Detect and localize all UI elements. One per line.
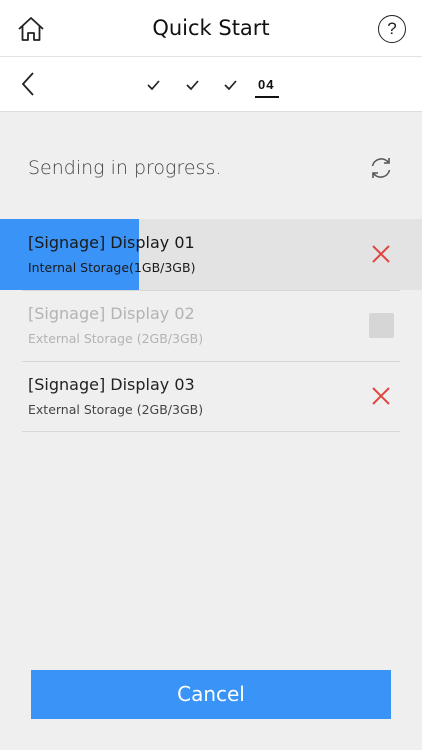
checkbox-icon (369, 313, 394, 338)
device-row-display-03: [Signage] Display 03 External Storage (2… (0, 361, 422, 432)
step-indicator-bar: 04 (0, 57, 422, 112)
close-icon[interactable] (370, 243, 392, 265)
device-storage: External Storage (2GB/3GB) (28, 331, 204, 346)
divider (22, 290, 400, 291)
refresh-icon[interactable] (368, 155, 394, 181)
chevron-left-icon[interactable] (16, 71, 42, 97)
device-storage: External Storage (2GB/3GB) (28, 402, 204, 417)
close-icon[interactable] (370, 385, 392, 407)
transfer-progress-fill (0, 219, 140, 290)
device-name: [Signage] Display 02 (28, 304, 195, 323)
cancel-button[interactable]: Cancel (31, 670, 391, 719)
page-title: Quick Start (152, 16, 270, 40)
current-step-underline (255, 96, 279, 98)
divider (22, 361, 400, 362)
device-row-display-02: [Signage] Display 02 External Storage (2… (0, 290, 422, 361)
check-icon (186, 80, 199, 91)
status-row: Sending in progress. (28, 155, 398, 183)
check-icon (147, 80, 160, 91)
device-row-display-01: [Signage] Display 01 Internal Storage(1G… (0, 219, 422, 290)
current-step-label: 04 (258, 77, 275, 92)
help-icon[interactable]: ? (378, 15, 406, 43)
device-name: [Signage] Display 03 (28, 375, 195, 394)
status-text: Sending in progress. (28, 157, 222, 179)
top-header: Quick Start ? (0, 0, 422, 57)
check-icon (224, 80, 237, 91)
divider (22, 431, 400, 432)
device-name: [Signage] Display 01 (28, 233, 195, 252)
device-storage: Internal Storage(1GB/3GB) (28, 260, 196, 275)
device-list: [Signage] Display 01 Internal Storage(1G… (0, 219, 422, 432)
